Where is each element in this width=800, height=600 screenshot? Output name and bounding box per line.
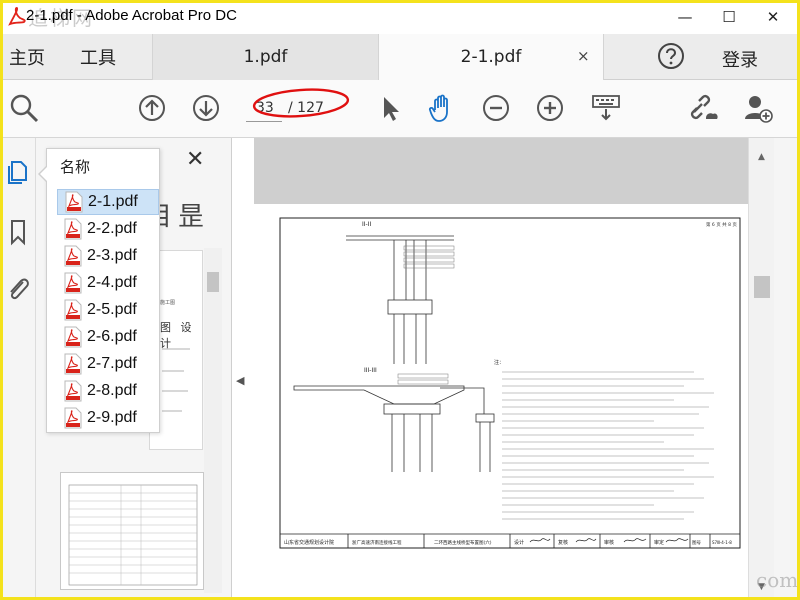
attachment-list-item[interactable]: 2-9.pdf	[57, 405, 159, 431]
page-down-icon[interactable]	[190, 92, 222, 124]
pdf-file-icon	[64, 353, 82, 375]
document-view: 第 6 页 共 8 页 II-II III-III 注： 山东省交通规划设计院 …	[254, 138, 748, 600]
attachment-file-name: 2-8.pdf	[87, 382, 137, 399]
scroll-thumb[interactable]	[207, 272, 219, 292]
close-window-button[interactable]: ✕	[750, 0, 796, 34]
pdf-file-icon	[64, 407, 82, 429]
review-label: 审核	[604, 539, 614, 546]
bookmarks-icon[interactable]	[4, 218, 32, 246]
nav-tools[interactable]: 工具	[80, 44, 116, 70]
attachment-list-item[interactable]: 2-8.pdf	[57, 378, 159, 404]
column-header-name[interactable]: 名称	[60, 156, 90, 177]
preview-caption: 施工图	[160, 300, 176, 306]
window-title: 2-1.pdf - Adobe Acrobat Pro DC	[26, 7, 237, 24]
hand-tool-icon[interactable]	[426, 92, 458, 124]
pdf-file-icon	[64, 380, 82, 402]
tab-document-1[interactable]: 1.pdf	[152, 34, 378, 80]
tab-close-icon[interactable]: ×	[577, 47, 590, 65]
sheet-label: 第 6 页 共 8 页	[706, 221, 737, 228]
design-label: 设计	[514, 539, 524, 546]
pdf-file-icon	[64, 245, 82, 267]
pdf-file-icon	[65, 191, 83, 213]
right-pane-strip	[774, 138, 800, 600]
login-button[interactable]: 登录	[722, 46, 758, 72]
toolbar: / 127	[0, 80, 800, 138]
page-thumbnail[interactable]	[60, 472, 204, 590]
collapse-left-pane-icon[interactable]: ◀	[236, 374, 244, 387]
attachment-file-name: 2-9.pdf	[87, 409, 137, 426]
navigation-pane-strip	[0, 138, 36, 600]
figure-number-label: 图号	[692, 540, 701, 546]
question-circle-icon[interactable]	[656, 41, 686, 71]
tab-document-2-1[interactable]: 2-1.pdf	[378, 34, 604, 80]
attachment-list-item[interactable]: 2-7.pdf	[57, 351, 159, 377]
share-link-icon[interactable]	[688, 92, 720, 124]
pdf-file-icon	[64, 326, 82, 348]
scroll-up-icon[interactable]: ▲	[758, 152, 765, 162]
attachment-list-item[interactable]: 2-6.pdf	[57, 324, 159, 350]
nav-home[interactable]: 主页	[9, 44, 45, 70]
thumbnail-table	[68, 484, 198, 586]
pdf-file-icon	[64, 299, 82, 321]
attachment-file-name: 2-4.pdf	[87, 274, 137, 291]
attachment-list-item[interactable]: 2-5.pdf	[57, 297, 159, 323]
tab-label: 2-1.pdf	[460, 47, 522, 67]
add-user-icon[interactable]	[742, 92, 774, 124]
document-scrollbar[interactable]	[748, 138, 774, 600]
paperclip-icon[interactable]	[4, 274, 32, 302]
tab-label: 1.pdf	[243, 47, 288, 67]
title-bar: 追梯网 2-1.pdf - Adobe Acrobat Pro DC — ☐ ✕	[0, 0, 800, 34]
scroll-thumb[interactable]	[754, 276, 770, 298]
keyboard-icon[interactable]	[590, 92, 622, 124]
figure-number: S7Ⅲ-4-1-8	[712, 540, 732, 545]
watermark-corner: com	[756, 568, 799, 592]
panel-scrollbar[interactable]	[204, 248, 222, 593]
notes-title: 注：	[494, 359, 504, 366]
section-label-top: II-II	[362, 221, 371, 228]
attachment-file-name: 2-6.pdf	[87, 328, 137, 345]
project-name: 浙广高速济南连接线工程	[352, 539, 402, 546]
page-up-icon[interactable]	[136, 92, 168, 124]
approve-label: 审定	[654, 539, 664, 546]
section-label-mid: III-III	[364, 367, 377, 374]
org-name: 山东省交通规划设计院	[284, 539, 334, 546]
select-arrow-icon[interactable]	[374, 92, 406, 124]
attachment-list-item[interactable]: 2-1.pdf	[57, 189, 159, 215]
attachment-list-item[interactable]: 2-3.pdf	[57, 243, 159, 269]
attachment-file-name: 2-1.pdf	[88, 193, 138, 210]
tab-bar: 主页 工具 1.pdf 2-1.pdf × 登录	[0, 34, 800, 80]
attachment-file-name: 2-3.pdf	[87, 247, 137, 264]
dropdown-pointer-inner	[40, 167, 47, 181]
attachment-list-item[interactable]: 2-4.pdf	[57, 270, 159, 296]
preview-lines	[162, 348, 190, 412]
pdf-file-icon	[64, 218, 82, 240]
maximize-button[interactable]: ☐	[706, 0, 752, 34]
zoom-out-icon[interactable]	[480, 92, 512, 124]
save-attachment-icon[interactable]: 昰	[178, 202, 210, 232]
zoom-in-icon[interactable]	[534, 92, 566, 124]
attachment-file-name: 2-7.pdf	[87, 355, 137, 372]
minimize-button[interactable]: —	[662, 0, 708, 34]
attachment-file-name: 2-2.pdf	[87, 220, 137, 237]
drawing-name: 二环西路主线桥型布置图(六)	[434, 539, 492, 546]
engineering-drawing: 第 6 页 共 8 页 II-II III-III 注： 山东省交通规划设计院 …	[279, 217, 741, 549]
acrobat-logo-icon	[8, 7, 26, 26]
red-annotation-ellipse	[252, 88, 350, 118]
check-label: 复核	[558, 539, 568, 546]
zoom-search-icon[interactable]	[8, 92, 40, 124]
attachment-list-item[interactable]: 2-2.pdf	[57, 216, 159, 242]
document-page: 第 6 页 共 8 页 II-II III-III 注： 山东省交通规划设计院 …	[254, 204, 748, 600]
pdf-file-icon	[64, 272, 82, 294]
attachments-icon[interactable]	[4, 158, 32, 186]
panel-close-button[interactable]: ✕	[186, 147, 204, 172]
attachment-file-name: 2-5.pdf	[87, 301, 137, 318]
